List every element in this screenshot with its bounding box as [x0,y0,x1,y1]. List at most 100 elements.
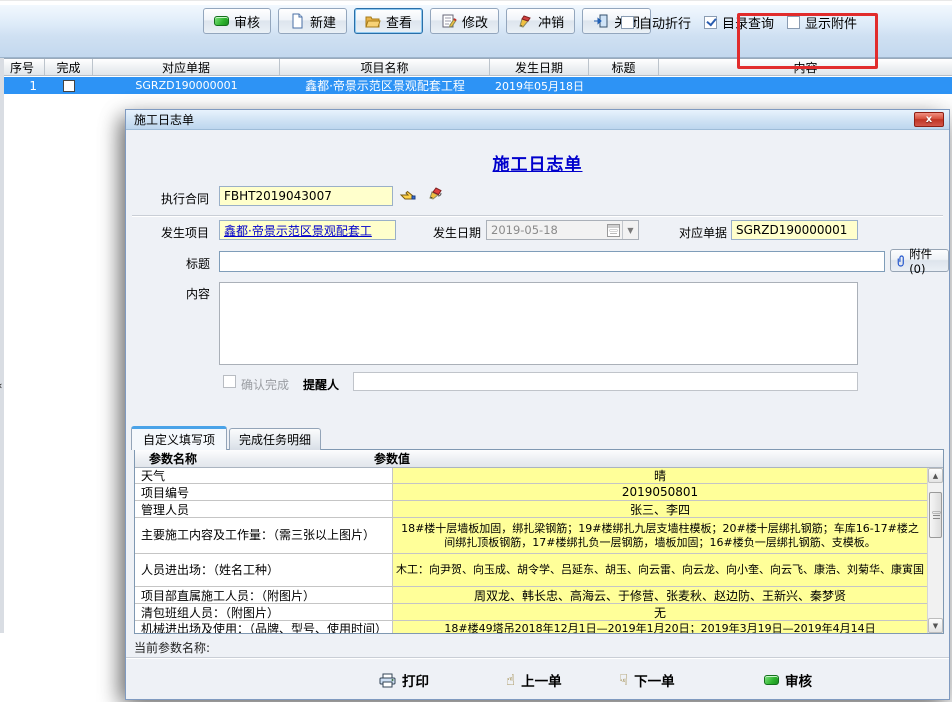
view-button[interactable]: 查看 [354,8,423,34]
previous-doc-button-label: 上一单 [521,670,562,690]
audit-footer-button-label: 审核 [785,670,812,690]
column-header-doc-no[interactable]: 对应单据 [93,59,280,75]
autowrap-checkbox-label: 自动折行 [639,13,691,32]
docno-input[interactable] [731,220,858,240]
row-done-checkbox[interactable] [63,80,75,92]
param-value-header: 参数值 [360,450,410,467]
attachment-button[interactable]: 附件(0) [890,249,949,272]
edit-contract-pencil-icon[interactable] [426,183,445,205]
contract-input[interactable] [219,186,393,206]
tab-task-detail-label: 完成任务明细 [239,431,311,448]
app-window: 审核 新建 查看 修改 冲销 关闭 [0,0,952,702]
column-header-title[interactable]: 标题 [589,59,659,75]
row-title [589,77,659,94]
autowrap-checkbox[interactable]: 自动折行 [621,13,691,32]
param-row[interactable]: 主要施工内容及工作量：（需三张以上图片） 18#楼十层墙板加固，绑扎梁钢筋；19… [135,518,927,554]
content-label: 内容 [186,285,210,302]
printer-icon [379,673,396,688]
current-param-status: 当前参数名称: [134,639,210,656]
dialog-titlebar[interactable]: 施工日志单 [126,110,949,130]
params-grid-header: 参数名称 参数值 [135,450,943,468]
tab-custom-fields[interactable]: 自定义填写项 [131,426,227,450]
column-header-seq[interactable]: 序号 [0,59,45,75]
params-scrollbar[interactable]: ▲ ▼ [927,468,943,633]
contract-label: 执行合同 [161,190,209,207]
param-value[interactable]: 周双龙、韩长忠、高海云、于修营、张麦秋、赵边防、王新兴、秦梦贤 [393,587,927,603]
param-value[interactable]: 2019050801 [393,484,927,500]
date-value: 2019-05-18 [487,223,607,237]
column-header-content[interactable]: 内容 [659,59,952,75]
audit-button[interactable]: 审核 [203,8,271,34]
param-row[interactable]: 管理人员 张三、李四 [135,501,927,518]
pencil-eraser-icon [517,13,533,29]
project-link[interactable]: 鑫都·帝景示范区景观配套工 [224,222,372,239]
row-content [659,77,952,94]
pick-contract-hand-icon[interactable] [399,185,417,206]
column-header-project[interactable]: 项目名称 [280,59,490,75]
new-button[interactable]: 新建 [278,8,347,34]
param-name: 管理人员 [135,501,393,517]
catalog-query-checkbox[interactable]: 目录查询 [704,13,774,32]
param-value[interactable]: 18#楼49塔吊2018年12月1日—2019年1月20日；2019年3月19日… [393,621,927,633]
param-name-header: 参数名称 [135,450,360,467]
param-value[interactable]: 木工：向尹贺、向玉成、胡令学、吕延东、胡玉、向云雷、向云龙、向小奎、向云飞、康浩… [393,554,927,586]
param-row[interactable]: 项目编号 2019050801 [135,484,927,501]
confirm-done-checkbox[interactable] [223,375,236,388]
form-heading: 施工日志单 [126,150,949,175]
param-row[interactable]: 机械进出场及使用：（品牌、型号、使用时间） 18#楼49塔吊2018年12月1日… [135,621,927,633]
show-attachment-checkbox-box[interactable] [787,16,800,29]
docno-label: 对应单据 [679,224,727,241]
row-done-cell[interactable] [45,77,93,94]
paperclip-icon [897,254,906,268]
param-value[interactable]: 18#楼十层墙板加固，绑扎梁钢筋；19#楼绑扎九层支墙柱模板；20#楼十层绑扎钢… [393,518,927,553]
calendar-icon [607,224,620,237]
audit-icon [764,675,779,685]
scroll-thumb[interactable] [929,492,942,538]
table-row[interactable]: 1 SGRZD190000001 鑫都·帝景示范区景观配套工程 2019年05月… [0,77,952,94]
project-link-field[interactable]: 鑫都·帝景示范区景观配套工 [219,220,396,240]
param-row[interactable]: 天气 晴 [135,468,927,484]
param-row[interactable]: 清包班组人员：（附图片） 无 [135,604,927,621]
title-input[interactable] [219,251,885,272]
collapse-panel-arrow[interactable]: ‹ [0,379,2,392]
params-grid: 参数名称 参数值 天气 晴 项目编号 2019050801 管理人员 张三、李四 [134,449,944,634]
modify-button[interactable]: 修改 [430,8,499,34]
audit-icon [214,16,229,26]
param-name: 主要施工内容及工作量：（需三张以上图片） [135,518,393,553]
row-doc-no: SGRZD190000001 [93,77,280,94]
column-header-done[interactable]: 完成 [45,59,93,75]
dialog-close-button[interactable]: x [914,112,944,127]
date-picker[interactable]: 2019-05-18 ▼ [486,220,639,240]
previous-doc-button[interactable]: ☝ 上一单 [506,670,562,690]
next-doc-button-label: 下一单 [634,670,675,690]
construction-log-dialog: 施工日志单 x 施工日志单 执行合同 发生项目 鑫都·帝景示范区景观配套工 发生… [125,109,950,700]
param-value[interactable]: 晴 [393,468,927,483]
print-button[interactable]: 打印 [379,670,429,690]
autowrap-checkbox-box[interactable] [621,16,634,29]
param-name: 天气 [135,468,393,483]
side-splitter[interactable] [0,58,4,633]
scroll-down-arrow[interactable]: ▼ [928,618,943,633]
reminder-label: 提醒人 [303,376,339,393]
confirm-done-label: 确认完成 [241,376,289,393]
date-dropdown-arrow[interactable]: ▼ [622,221,638,239]
param-value[interactable]: 张三、李四 [393,501,927,517]
print-button-label: 打印 [402,670,429,690]
params-grid-rows: 天气 晴 项目编号 2019050801 管理人员 张三、李四 主要施工内容及工… [135,468,927,633]
reminder-input[interactable] [353,372,858,391]
scroll-up-arrow[interactable]: ▲ [928,468,943,483]
param-value[interactable]: 无 [393,604,927,620]
content-textarea[interactable] [219,282,858,365]
column-header-date[interactable]: 发生日期 [490,59,589,75]
param-row[interactable]: 人员进出场：（姓名工种） 木工：向尹贺、向玉成、胡令学、吕延东、胡玉、向云雷、向… [135,554,927,587]
modify-button-label: 修改 [462,12,488,31]
catalog-query-checkbox-box[interactable] [704,16,717,29]
dialog-body: 施工日志单 执行合同 发生项目 鑫都·帝景示范区景观配套工 发生日期 2019-… [126,130,949,699]
audit-footer-button[interactable]: 审核 [764,670,812,690]
tab-task-detail[interactable]: 完成任务明细 [229,428,321,450]
param-row[interactable]: 项目部直属施工人员：（附图片） 周双龙、韩长忠、高海云、于修营、张麦秋、赵边防、… [135,587,927,604]
writeoff-button[interactable]: 冲销 [506,8,575,34]
hand-up-icon: ☝ [506,671,515,689]
show-attachment-checkbox[interactable]: 显示附件 [787,13,857,32]
next-doc-button[interactable]: ☟ 下一单 [619,670,675,690]
